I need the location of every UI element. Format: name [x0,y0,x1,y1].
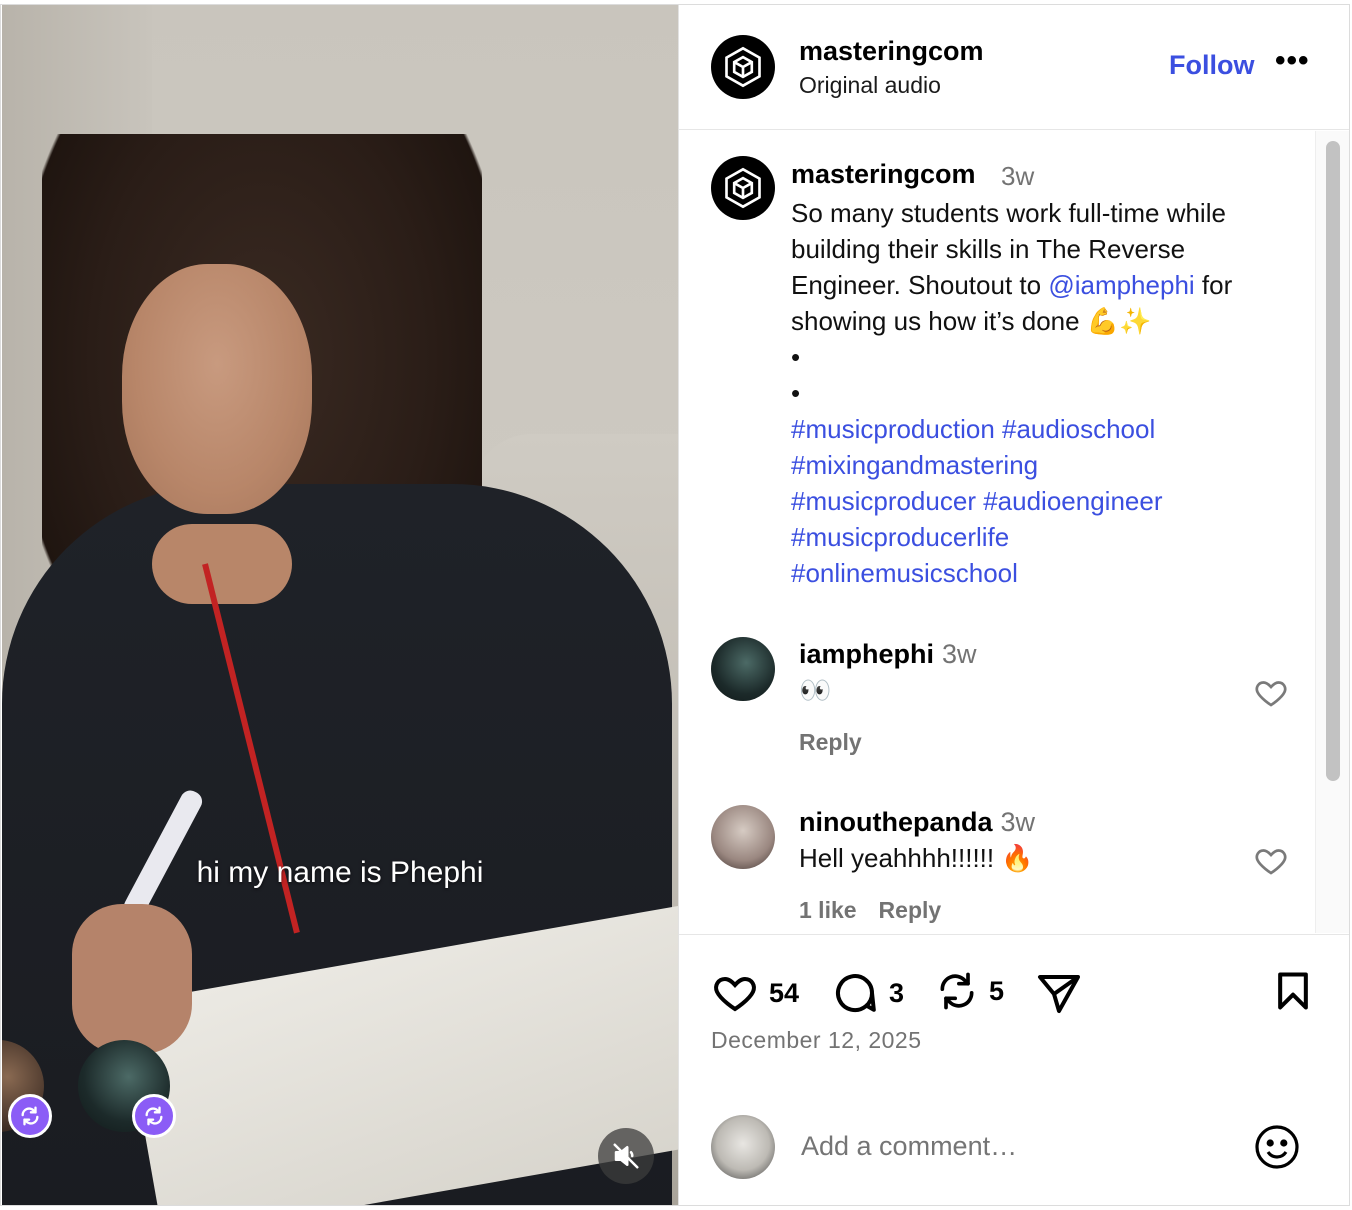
heart-icon[interactable] [711,969,759,1017]
writing-hand [72,904,192,1054]
comment-header: ninouthepanda 3w [799,807,1035,838]
header-username[interactable]: masteringcom [799,36,984,67]
hashtag-link[interactable]: #musicproducer [791,486,976,516]
add-comment-row [679,1115,1349,1185]
hashtag-link[interactable]: #audioengineer [983,486,1162,516]
hashtag-link[interactable]: #onlinemusicschool [791,558,1018,588]
comment-timestamp: 3w [1000,807,1035,837]
account-avatar[interactable] [711,35,775,99]
comment-count: 3 [889,977,905,1008]
commenter-avatar[interactable] [711,637,775,701]
post-date: December 12, 2025 [711,1027,922,1053]
comments-scroll-area[interactable]: masteringcom 3w So many students work fu… [679,131,1349,933]
person-face [122,264,312,514]
post-detail-panel: masteringcom Original audio Follow ••• m… [678,4,1349,1206]
comment-item: ninouthepanda 3w Hell yeahhhh!!!!!! 🔥 1 l… [679,805,1315,933]
commenter-avatar[interactable] [711,805,775,869]
commenter-username[interactable]: ninouthepanda [799,807,992,837]
post-author-username[interactable]: masteringcom [791,159,976,190]
send-icon[interactable] [1035,969,1083,1017]
post-author-avatar[interactable] [711,156,775,220]
hashtag-link[interactable]: #mixingandmastering [791,450,1038,480]
person-hand [152,524,292,604]
repost-badge-icon [8,1094,52,1138]
comment-text: Hell yeahhhh!!!!!! 🔥 [799,843,1034,873]
post-timestamp[interactable]: 3w [1001,161,1034,192]
comment-header: iamphephi 3w [799,639,977,670]
mention-link[interactable]: @iamphephi [1048,270,1194,300]
current-user-avatar[interactable] [711,1115,775,1179]
comment-timestamp: 3w [942,639,977,669]
bookmark-icon[interactable] [1271,969,1315,1013]
comment-like-count[interactable]: 1 like [799,897,857,923]
comment-meta: Reply [799,729,862,756]
like-action[interactable]: 54 [711,969,799,1017]
post-caption: So many students work full-time while bu… [791,195,1301,591]
commenter-username[interactable]: iamphephi [799,639,934,669]
comment-like-heart-icon[interactable] [1253,675,1289,711]
follow-button[interactable]: Follow [1169,50,1254,81]
scrollbar-thumb[interactable] [1326,141,1340,781]
save-action[interactable] [1271,969,1315,1013]
mute-button[interactable] [598,1128,654,1184]
audio-label[interactable]: Original audio [799,72,941,99]
post-actions-bar: 54 3 5 December 12, 2025 [679,934,1349,1206]
emoji-icon[interactable] [1253,1123,1301,1171]
repost-badge-icon [132,1094,176,1138]
post-window: hi my name is Phephi masteringcom Origin… [0,0,1352,1210]
comment-like-heart-icon[interactable] [1253,843,1289,879]
hashtag-link[interactable]: #musicproducerlife [791,522,1009,552]
comment-meta: 1 like Reply [799,897,941,924]
muted-speaker-icon [613,1143,639,1169]
hashtag-link[interactable]: #audioschool [1002,414,1155,444]
share-action[interactable] [1035,969,1083,1017]
comment-item: iamphephi 3w 👀 Reply [679,637,1315,787]
comment-bubble-icon[interactable] [831,969,879,1017]
video-caption: hi my name is Phephi [196,856,484,889]
cube-logo-icon [725,167,761,209]
hashtag-link[interactable]: #musicproduction [791,414,995,444]
video-player[interactable]: hi my name is Phephi [2,4,678,1206]
repost-action[interactable]: 5 [935,969,1004,1013]
scrollbar-track[interactable] [1315,131,1349,933]
comment-text: 👀 [799,675,832,705]
caption-bullet: • [791,378,801,408]
repost-icon[interactable] [935,969,979,1013]
cube-logo-icon [725,46,761,88]
comment-input[interactable] [801,1131,1221,1162]
reply-button[interactable]: Reply [799,729,862,755]
repost-count: 5 [989,975,1005,1006]
post-header: masteringcom Original audio Follow ••• [679,4,1349,130]
like-count[interactable]: 54 [769,978,799,1009]
reply-button[interactable]: Reply [879,897,942,923]
comment-action[interactable]: 3 [831,969,904,1017]
caption-bullet: • [791,342,801,372]
more-options-button[interactable]: ••• [1275,44,1310,78]
